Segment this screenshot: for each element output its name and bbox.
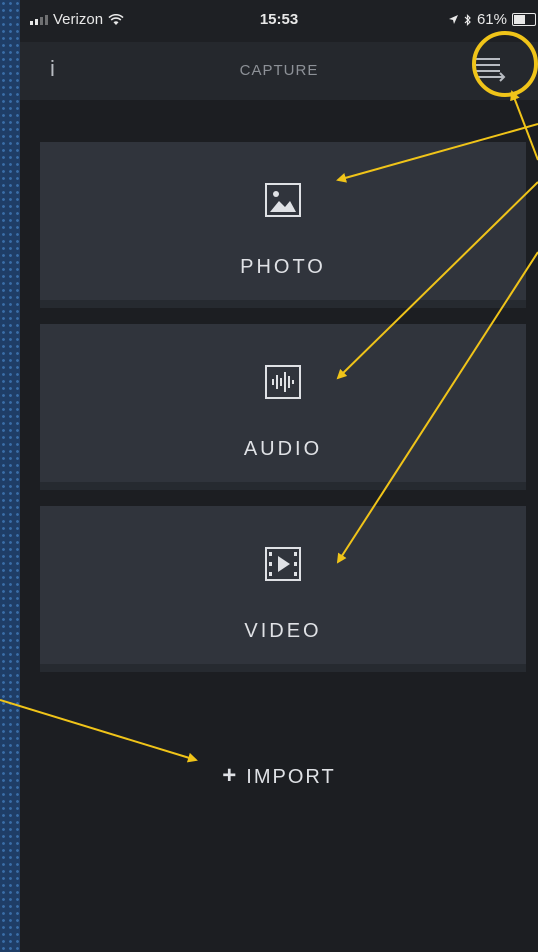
menu-arrow-icon	[476, 58, 506, 82]
video-capture-button[interactable]: VIDEO	[40, 506, 526, 672]
tile-label-photo: PHOTO	[240, 256, 326, 278]
battery-icon	[512, 13, 536, 26]
plus-icon: +	[222, 762, 239, 789]
audio-waveform-icon	[265, 365, 301, 399]
battery-percent: 61%	[476, 11, 507, 28]
page-title: CAPTURE	[239, 62, 319, 79]
battery-level	[514, 15, 525, 24]
nav-bar: i CAPTURE	[20, 42, 538, 100]
photo-capture-button[interactable]: PHOTO	[40, 142, 526, 308]
tile-label-audio: AUDIO	[243, 438, 323, 460]
menu-button[interactable]	[474, 54, 510, 86]
app-screen: Verizon 15:53 61% i CAPTURE PHOTO AUDIO …	[20, 0, 538, 952]
location-icon	[448, 15, 458, 24]
audio-capture-button[interactable]: AUDIO	[40, 324, 526, 490]
tile-label-video: VIDEO	[244, 620, 322, 642]
status-right: 61%	[448, 11, 536, 28]
image-icon	[265, 183, 301, 217]
status-bar: Verizon 15:53 61%	[20, 0, 538, 42]
bluetooth-icon	[464, 13, 471, 26]
import-button[interactable]: + IMPORT	[20, 762, 538, 790]
film-play-icon	[265, 547, 301, 581]
import-label: IMPORT	[246, 766, 336, 788]
